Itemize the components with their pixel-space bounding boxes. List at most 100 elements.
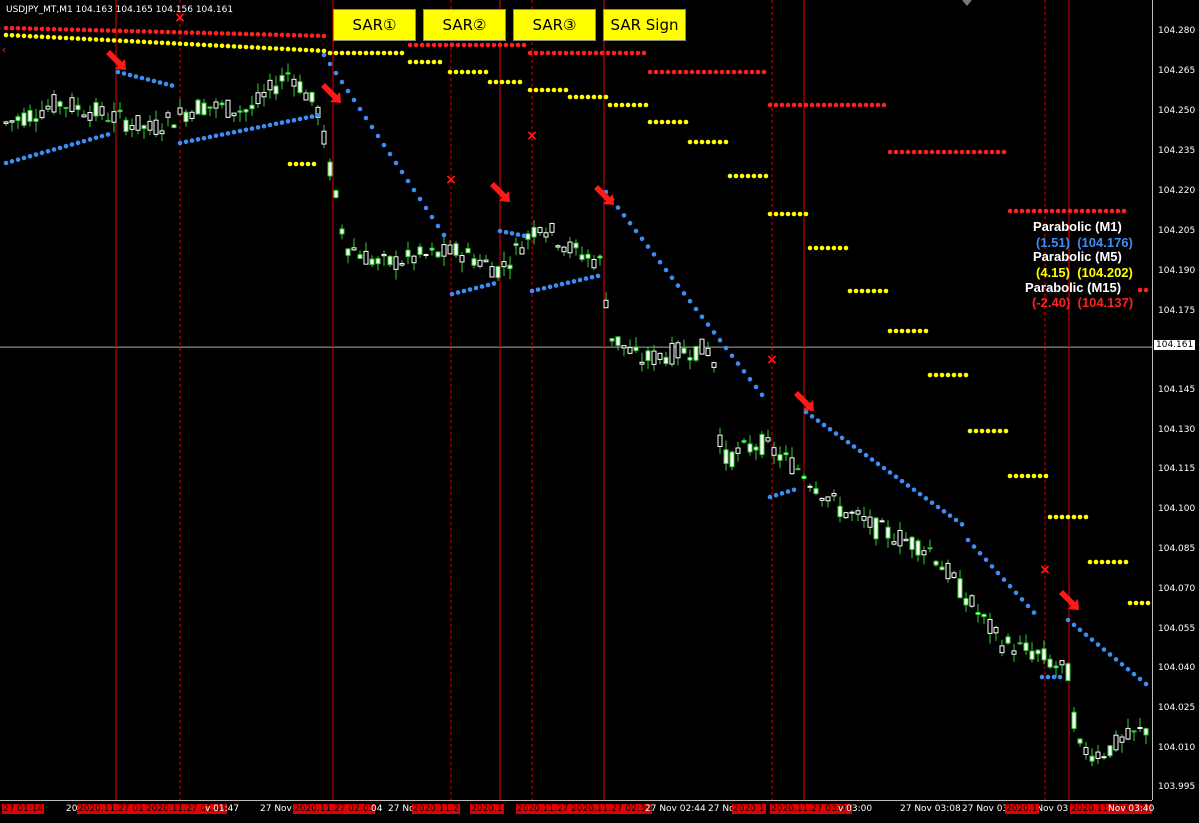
candle-body <box>687 357 693 361</box>
sar-m1-dot <box>213 133 219 139</box>
time-label: v 03:00 <box>838 804 873 814</box>
sar-m15-dot <box>1007 208 1013 214</box>
sar3-button[interactable]: SAR③ <box>513 9 596 41</box>
price-axis[interactable]: 104.280 104.265 104.250 104.235 104.220 … <box>1152 0 1199 800</box>
sar-sign-button[interactable]: SAR Sign <box>603 9 686 41</box>
candle-body <box>513 243 519 247</box>
candle-body <box>117 109 123 113</box>
sar-m15-dot <box>443 42 449 48</box>
sar-m5-dot <box>27 33 33 39</box>
sar-m1-dot <box>1125 666 1131 672</box>
candle-body <box>747 443 753 453</box>
sar-m1-dot <box>339 79 345 85</box>
sar-m1-dot <box>669 275 675 281</box>
sar-m5-dot <box>333 50 339 56</box>
candle-body <box>981 613 987 618</box>
chart-area[interactable]: × × × × × USDJPY_MT,M1 104.163 104.165 104.1… <box>0 0 1152 800</box>
candle-body <box>801 475 807 480</box>
sar-m5-dot <box>291 47 297 52</box>
sar-m15-dot <box>201 30 207 36</box>
sar-m15-dot <box>291 32 297 38</box>
sar-m15-dot <box>869 102 875 108</box>
candle-body <box>759 433 765 456</box>
candle-body <box>333 189 339 198</box>
candle-body <box>963 597 969 606</box>
sar-m1-dot <box>333 70 339 76</box>
candle-body <box>657 352 663 360</box>
price-label: 104.175 <box>1158 306 1196 316</box>
sar-m15-dot <box>617 50 623 56</box>
sar-m1-dot <box>3 160 9 166</box>
sar-m1-dot <box>977 550 983 556</box>
sar-m1-dot <box>953 517 959 523</box>
sar-m5-dot <box>327 50 333 56</box>
sar-m1-dot <box>497 228 503 234</box>
sar-m1-dot <box>27 153 33 159</box>
candle-body <box>375 258 381 265</box>
sar-m1-dot <box>207 134 213 140</box>
time-label: 2020.11.2 <box>412 804 460 814</box>
candle-body <box>585 253 591 259</box>
candle-body <box>1065 663 1071 682</box>
candle-body <box>1137 726 1143 729</box>
sar-m15-dot <box>929 149 935 155</box>
sar-m15-dot <box>491 42 497 48</box>
parabolic-m5-values: (4.15) (104.202) <box>1036 265 1133 280</box>
candle-body <box>477 259 483 267</box>
sar-m1-dot <box>115 69 121 75</box>
sar-m15-dot <box>959 149 965 155</box>
sar-m5-dot <box>723 139 729 145</box>
sar-m5-dot <box>785 211 791 217</box>
sar-m1-dot <box>899 478 905 484</box>
sar-m5-dot <box>539 87 545 93</box>
sar-m5-dot <box>111 38 117 43</box>
sar-m1-dot <box>779 491 785 496</box>
exit-x-icon: × <box>1039 562 1051 578</box>
sar-m5-dot <box>311 161 317 167</box>
candle-body <box>465 247 471 254</box>
sar-m15-dot <box>611 50 617 56</box>
sar-m15-dot <box>893 149 899 155</box>
sar-m5-dot <box>315 48 321 53</box>
sar-m15-dot <box>557 50 563 56</box>
sar-m15-dot <box>941 149 947 155</box>
sar-m15-dot <box>419 42 425 48</box>
sar-m5-dot <box>653 119 659 125</box>
candle-body <box>177 107 183 115</box>
sar-m5-dot <box>425 59 431 65</box>
exit-x-icon: × <box>526 128 538 144</box>
candle-body <box>999 645 1005 654</box>
sar-m1-dot <box>387 151 393 157</box>
sar-m5-dot <box>1105 559 1111 565</box>
candle-body <box>51 94 57 113</box>
time-label: 04 <box>371 804 383 814</box>
sar-m15-dot <box>303 33 309 38</box>
candle-body <box>819 497 825 501</box>
sar-m5-dot <box>339 50 345 56</box>
candle-body <box>777 454 783 461</box>
candle-body <box>681 347 687 354</box>
sar-m5-dot <box>321 48 327 54</box>
sar-m15-dot <box>467 42 473 48</box>
parabolic-m15-values: (-2.40) (104.137) <box>1032 295 1133 310</box>
sar-m5-dot <box>261 45 267 51</box>
price-label: 104.190 <box>1158 266 1196 276</box>
candle-body <box>729 451 735 468</box>
sar-m1-dot <box>741 369 747 374</box>
candle-body <box>285 72 291 75</box>
sar-m5-dot <box>499 79 505 85</box>
candle-body <box>549 222 555 233</box>
time-label: 2020.1 <box>732 804 766 814</box>
sar-m5-dot <box>437 59 443 65</box>
candle-body <box>1017 642 1023 645</box>
candle-body <box>795 468 801 471</box>
price-label: 104.070 <box>1158 584 1196 594</box>
sar-m1-dot <box>995 570 1001 576</box>
sar-m1-dot <box>93 135 99 141</box>
sar-m1-dot <box>297 116 303 122</box>
sar2-button[interactable]: SAR② <box>423 9 506 41</box>
sar-m5-dot <box>853 288 859 294</box>
sar-m1-dot <box>225 131 231 136</box>
sar1-button[interactable]: SAR① <box>333 9 416 41</box>
sar-m5-dot <box>369 50 375 56</box>
